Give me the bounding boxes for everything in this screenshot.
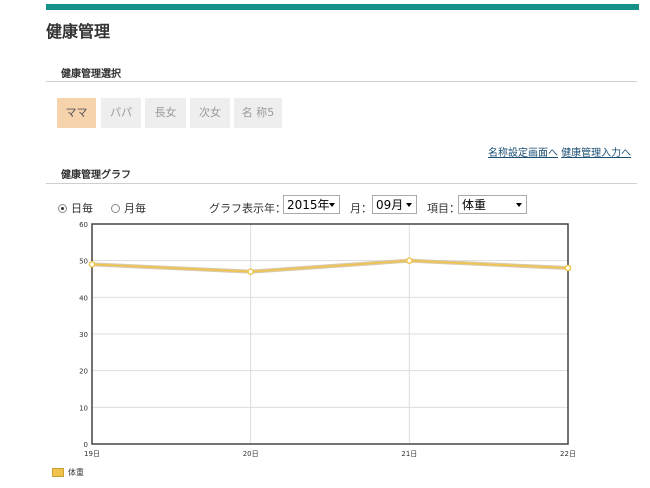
chart-legend: 体重 bbox=[52, 467, 84, 478]
chevron-down-icon bbox=[406, 203, 412, 207]
radio-checked-icon bbox=[58, 203, 67, 213]
graph-heading: 健康管理グラフ bbox=[61, 170, 131, 181]
divider bbox=[46, 81, 637, 82]
legend-label: 体重 bbox=[68, 468, 84, 477]
selection-heading: 健康管理選択 bbox=[61, 69, 121, 80]
tab-eldest-daughter[interactable]: 長女 bbox=[145, 98, 186, 128]
tab-mama[interactable]: ママ bbox=[57, 98, 96, 128]
data-point bbox=[406, 257, 413, 264]
y-tick-label: 10 bbox=[79, 404, 88, 412]
top-accent-bar bbox=[46, 4, 639, 10]
x-tick-label: 22日 bbox=[560, 450, 576, 458]
nav-links: 名称設定画面へ 健康管理入力へ bbox=[488, 144, 631, 159]
radio-unchecked-icon bbox=[111, 203, 120, 213]
y-tick-label: 20 bbox=[79, 368, 88, 376]
name-settings-link[interactable]: 名称設定画面へ bbox=[488, 148, 558, 159]
y-tick-label: 50 bbox=[79, 258, 88, 266]
radio-daily[interactable]: 日毎 bbox=[58, 200, 93, 216]
data-point bbox=[247, 268, 254, 275]
item-select[interactable]: 体重 bbox=[458, 195, 527, 214]
y-tick-label: 40 bbox=[79, 294, 88, 302]
tab-papa[interactable]: パパ bbox=[101, 98, 141, 128]
month-select[interactable]: 09月 bbox=[372, 195, 417, 214]
graph-controls: 日毎 月毎 グラフ表示年： 2015年 月： 09月 項目： 体重 bbox=[58, 194, 648, 218]
year-label: グラフ表示年： bbox=[209, 202, 286, 215]
health-input-link[interactable]: 健康管理入力へ bbox=[561, 148, 631, 159]
month-select-value: 09月 bbox=[376, 198, 404, 212]
y-tick-label: 30 bbox=[79, 331, 88, 339]
radio-monthly[interactable]: 月毎 bbox=[111, 200, 146, 216]
chart-svg: 0 10 20 30 40 50 60 19日 20日 21日 22日 bbox=[79, 221, 576, 458]
radio-monthly-label: 月毎 bbox=[124, 202, 146, 215]
data-point bbox=[564, 264, 572, 272]
divider bbox=[46, 183, 637, 184]
chevron-down-icon bbox=[516, 203, 522, 207]
legend-swatch bbox=[52, 468, 64, 477]
item-select-value: 体重 bbox=[462, 198, 487, 212]
chevron-down-icon bbox=[329, 203, 335, 207]
year-select-value: 2015年 bbox=[287, 198, 330, 212]
x-tick-label: 19日 bbox=[84, 450, 100, 458]
y-tick-label: 60 bbox=[79, 221, 88, 229]
x-tick-label: 20日 bbox=[243, 450, 259, 458]
item-label: 項目： bbox=[427, 202, 460, 215]
page-title: 健康管理 bbox=[46, 22, 111, 41]
weight-chart: 0 10 20 30 40 50 60 19日 20日 21日 22日 bbox=[58, 218, 598, 464]
tab-name5[interactable]: 名 称5 bbox=[234, 98, 282, 128]
tab-second-daughter[interactable]: 次女 bbox=[190, 98, 230, 128]
radio-daily-label: 日毎 bbox=[71, 202, 93, 215]
year-select[interactable]: 2015年 bbox=[283, 195, 340, 214]
month-label: 月： bbox=[350, 202, 372, 215]
y-tick-label: 0 bbox=[84, 441, 88, 449]
x-tick-label: 21日 bbox=[401, 450, 417, 458]
data-point bbox=[88, 261, 96, 268]
